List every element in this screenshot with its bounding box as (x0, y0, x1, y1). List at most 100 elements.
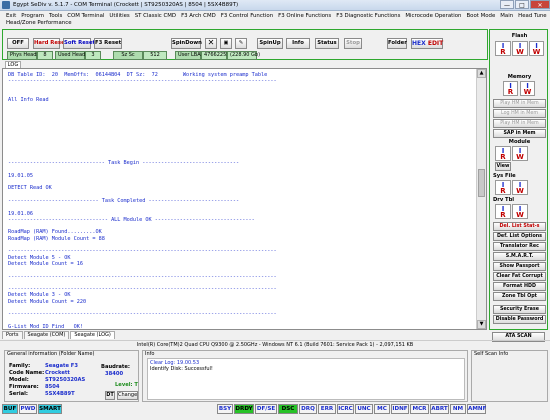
register-dsc: DSC (278, 404, 298, 414)
sz-sc-value: 512 (143, 51, 167, 60)
tab-ports[interactable]: Ports (2, 331, 23, 339)
format-hdd-button[interactable]: Format HDD (493, 282, 546, 291)
module-read-icon[interactable]: IR (495, 146, 511, 161)
serial-row: Serial: 5SX4B89T (9, 391, 75, 397)
window-controls: — □ ✕ (499, 0, 550, 10)
close-button[interactable]: ✕ (530, 0, 550, 9)
sys-file-label: Sys File (493, 173, 516, 179)
security-erase-button[interactable]: Security Erase (493, 305, 546, 314)
minimize-button[interactable]: — (500, 0, 514, 9)
phys-heads-label: Phys Heads (7, 51, 39, 60)
register-pwd: PWD (19, 404, 37, 414)
used-heads-value: 3 (85, 51, 101, 60)
tab-seagate-log[interactable]: Seagate (LOG) (70, 331, 115, 339)
scroll-thumb[interactable] (478, 169, 485, 197)
off-button[interactable]: OFF (7, 38, 29, 49)
show-passport-button[interactable]: Show Passport (493, 262, 546, 271)
menu-microcode-operation[interactable]: Microcode Operation (405, 13, 461, 19)
menu-main[interactable]: Main (500, 13, 513, 19)
menu-boot-mode[interactable]: Boot Mode (466, 13, 495, 19)
user-lba-value: 476622559 (201, 51, 233, 60)
tools-icon[interactable]: ✎ (235, 38, 247, 49)
disable-password-button[interactable]: Disable Password (493, 315, 546, 324)
module-write-icon[interactable]: IW (512, 146, 528, 161)
menu-program[interactable]: Program (21, 13, 44, 19)
flash-read-icon[interactable]: IR (495, 41, 511, 56)
spin-up-button[interactable]: SpinUp (257, 38, 283, 49)
hard-reset-button[interactable]: Hard Reset (33, 38, 67, 49)
family-label: Family: (9, 363, 31, 369)
log-pane: DB Table ID: 20 MemOffs: 06144B04 DT Sz:… (2, 68, 487, 330)
log-scrollbar[interactable]: ▲ ▼ (476, 69, 486, 329)
memory-label: Memory (507, 74, 532, 80)
drv-tbl-label: Drv Tbl (493, 197, 515, 203)
menu-f3-diagnostic-functions[interactable]: F3 Diagnostic Functions (336, 13, 400, 19)
flash-write-icon[interactable]: IW (512, 41, 528, 56)
dt-button[interactable]: DT (105, 391, 115, 400)
register-drdy: DRDY (234, 404, 254, 414)
scroll-down-icon[interactable]: ▼ (477, 320, 486, 329)
menu-f3-control-function[interactable]: F3 Control Function (221, 13, 273, 19)
zone-tbl-opt-button[interactable]: Zone Tbl Opt (493, 292, 546, 301)
play-hm-in-mem-button[interactable]: Play HM in Mem (493, 99, 546, 108)
menu-st-classic-cmd[interactable]: ST Classic CMD (135, 13, 176, 19)
register-smart: SMART (38, 404, 62, 414)
info-button[interactable]: Info (286, 38, 310, 49)
menu-tools[interactable]: Tools (49, 13, 62, 19)
code-name-row: Code Name:Crockett (9, 370, 70, 376)
view-button[interactable]: View (495, 162, 511, 171)
log-line: G-List Mod ID Find OK! (8, 323, 83, 330)
model-row: Model: ST9250320AS (9, 377, 85, 383)
close-x-icon[interactable]: ✕ (205, 38, 217, 49)
tab-seagate-com[interactable]: Seagate (COM) (23, 331, 70, 339)
menu-f3-online-functions[interactable]: F3 Online Functions (278, 13, 331, 19)
clear-fat-corrupt-button[interactable]: Clear Fat Corrupt (493, 272, 546, 281)
drv-tbl-read-icon[interactable]: IR (495, 204, 511, 219)
menu-exit[interactable]: Exit (6, 13, 16, 19)
translator-rec-button[interactable]: Translator Rec (493, 242, 546, 251)
title-bar: Egypt SeDiv v. 5.1.7 - COM Terminal (Cro… (0, 0, 550, 11)
menu-com-terminal[interactable]: COM Terminal (67, 13, 104, 19)
drv-tbl-group: Drv Tbl (493, 197, 546, 203)
del-list-status-button[interactable]: Del. List Stat-s (493, 222, 546, 231)
sys-file-group: Sys File (493, 173, 546, 179)
register-drq: DRQ (299, 404, 317, 414)
menu-head-zone-performance[interactable]: Head/Zone Performance (0, 20, 550, 28)
register-amnf: AMNF (467, 404, 487, 414)
log-tab[interactable]: LOG (5, 61, 21, 68)
folder-button[interactable]: Folder (387, 38, 407, 49)
info-line: Identify Disk: Successful! (150, 366, 213, 372)
baudrate-value: 38400 (105, 371, 124, 377)
status-button[interactable]: Status (315, 38, 339, 49)
menu-head-tune[interactable]: Head Tune (518, 13, 546, 19)
soft-reset-button[interactable]: Soft Reset (63, 38, 95, 49)
scroll-up-icon[interactable]: ▲ (477, 69, 486, 78)
memory-write-icon[interactable]: IW (520, 81, 535, 96)
hex-edit-button[interactable]: HEX EDIT (411, 38, 443, 49)
sz-sc-label: Sz Sc (113, 51, 143, 60)
code-name-value: Crockett (45, 370, 70, 376)
user-lba-size: (228.90 Gb) (227, 51, 260, 60)
sys-file-read-icon[interactable]: IR (495, 180, 511, 195)
play-hm-in-mem-2-button[interactable]: Play HM in Mem (493, 119, 546, 128)
spin-down-button[interactable]: SpinDown (171, 38, 202, 49)
sys-file-write-icon[interactable]: IW (512, 180, 528, 195)
register-idnf: IDNF (391, 404, 409, 414)
memory-read-icon[interactable]: IR (503, 81, 518, 96)
flash-write-2-icon[interactable]: IW (529, 41, 544, 56)
change-button[interactable]: Change (117, 391, 138, 400)
sap-in-mem-button[interactable]: SAP in Mem (493, 129, 546, 138)
info-log: Clear Log: 19.00.53 Identify Disk: Succe… (147, 358, 465, 400)
save-icon[interactable]: ▣ (220, 38, 232, 49)
user-lba-label: User LBA (175, 51, 201, 60)
menu-f3-arch-cmd[interactable]: F3 Arch CMD (181, 13, 216, 19)
log-hm-in-mem-button[interactable]: Log HM in Mem (493, 109, 546, 118)
drv-tbl-write-icon[interactable]: IW (512, 204, 528, 219)
def-list-options-button[interactable]: Def. List Options (493, 232, 546, 241)
f3-reset-button[interactable]: F3 Reset (94, 38, 122, 49)
maximize-button[interactable]: □ (515, 0, 529, 9)
stop-button[interactable]: Stop (344, 38, 362, 49)
menu-utilities[interactable]: Utilities (109, 13, 129, 19)
smart-button[interactable]: S.M.A.R.T. (493, 252, 546, 261)
self-scan-panel: Self Scan Info (471, 350, 548, 402)
